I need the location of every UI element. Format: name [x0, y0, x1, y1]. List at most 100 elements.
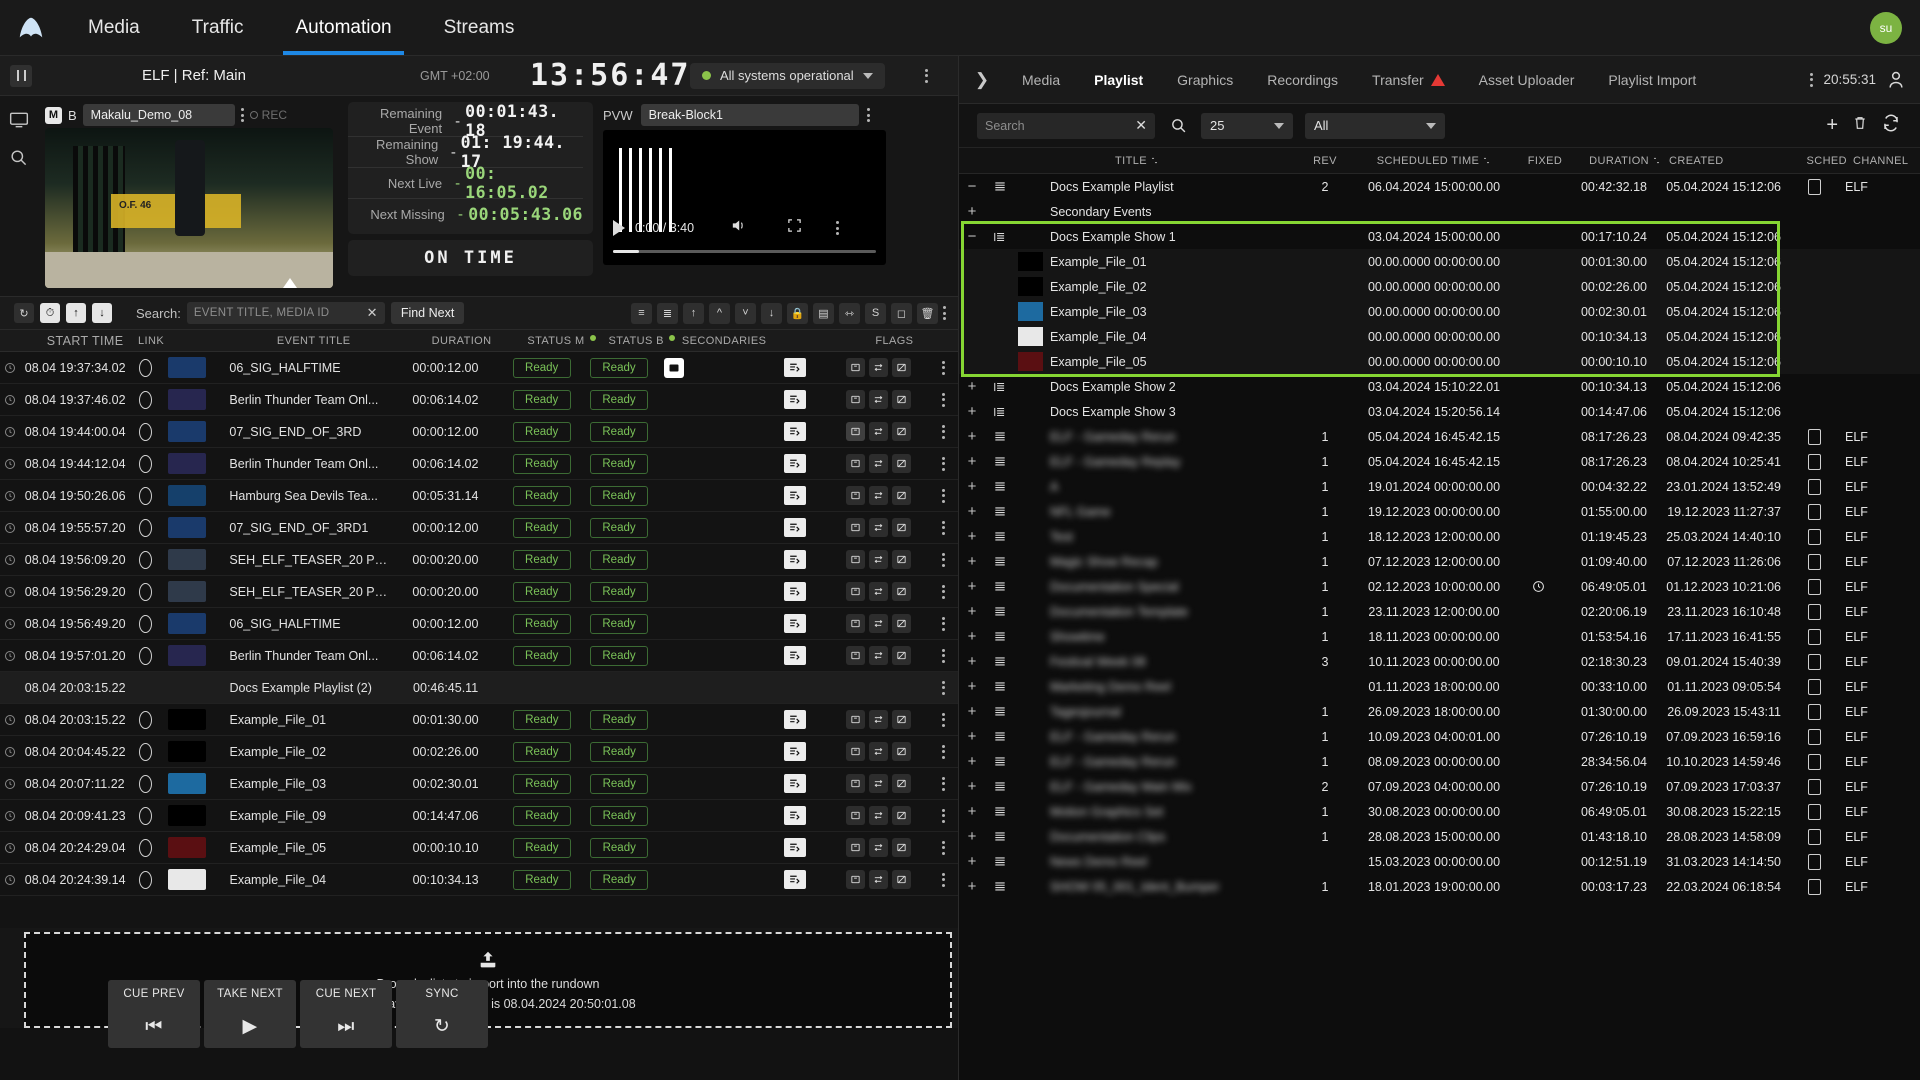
flag-icon[interactable] — [784, 486, 806, 505]
flag-icon[interactable] — [784, 518, 806, 537]
swap-icon[interactable] — [869, 390, 888, 409]
flag-icon[interactable] — [784, 614, 806, 633]
checkbox-icon[interactable] — [1808, 429, 1821, 445]
row-sched-checkbox[interactable] — [1787, 679, 1841, 695]
system-status-dropdown[interactable]: All systems operational — [690, 63, 885, 89]
row-expander[interactable]: + — [959, 703, 985, 720]
playlist-row[interactable]: +Documentation Template123.11.2023 12:00… — [959, 599, 1920, 624]
row-menu-icon[interactable] — [942, 361, 945, 375]
row-thumbnail[interactable] — [164, 517, 217, 538]
row-thumbnail[interactable] — [1015, 352, 1045, 371]
swap-icon[interactable] — [869, 422, 888, 441]
loop-icon[interactable] — [846, 582, 865, 601]
row-sched-checkbox[interactable] — [1787, 804, 1841, 820]
row-flags[interactable] — [762, 838, 828, 857]
row-action-icons[interactable] — [828, 774, 930, 793]
row-menu[interactable] — [930, 585, 958, 599]
link-indicator[interactable] — [127, 871, 165, 889]
row-expander[interactable]: + — [959, 503, 985, 520]
row-menu-icon[interactable] — [942, 489, 945, 503]
row-menu-icon[interactable] — [942, 393, 945, 407]
row-sched-checkbox[interactable] — [1787, 704, 1841, 720]
playlist-row[interactable]: +Showtime118.11.2023 00:00:00.0001:53:54… — [959, 624, 1920, 649]
row-expander[interactable]: + — [959, 778, 985, 795]
group-menu[interactable] — [930, 681, 958, 695]
row-menu-icon[interactable] — [942, 713, 945, 727]
table-row[interactable]: 08.04 20:09:41.23Example_File_0900:14:47… — [0, 800, 958, 832]
row-menu-icon[interactable] — [942, 617, 945, 631]
unlink-icon[interactable]: ⇿ — [839, 303, 860, 324]
row-flags[interactable] — [762, 806, 828, 825]
row-expander[interactable]: + — [959, 578, 985, 595]
clock-icon[interactable] — [0, 650, 21, 662]
swap-icon[interactable] — [869, 870, 888, 889]
table-row[interactable]: 08.04 20:24:39.14Example_File_0400:10:34… — [0, 864, 958, 896]
playlist-row[interactable]: +ELF - Gameday Replay105.04.2024 16:45:4… — [959, 449, 1920, 474]
skip-icon[interactable]: S — [865, 303, 886, 324]
col-duration[interactable]: DURATION — [1569, 155, 1661, 167]
playlist-item-row[interactable]: Example_File_0400.00.0000 00:00:00.0000:… — [959, 324, 1920, 349]
checkbox-icon[interactable] — [1808, 879, 1821, 895]
row-menu[interactable] — [930, 649, 958, 663]
tab-streams[interactable]: Streams — [418, 0, 541, 55]
row-menu-icon[interactable] — [942, 745, 945, 759]
playlist-item-row[interactable]: Example_File_0300.00.0000 00:00:00.0000:… — [959, 299, 1920, 324]
loop-icon[interactable] — [846, 646, 865, 665]
refresh-icon[interactable]: ↻ — [14, 303, 34, 323]
user-avatar[interactable]: su — [1870, 12, 1902, 44]
row-action-icons[interactable] — [828, 550, 930, 569]
playlist-row[interactable]: +Festival Week 08310.11.2023 00:00:00.00… — [959, 649, 1920, 674]
clock-icon[interactable] — [0, 874, 21, 886]
transport-cue-next-button[interactable]: CUE NEXT⏭ — [300, 980, 392, 1048]
checkbox-icon[interactable] — [1808, 579, 1821, 595]
playlist-row[interactable]: +SHOW 05_001_Ident_Bumper118.01.2023 19:… — [959, 874, 1920, 899]
checkbox-icon[interactable] — [1808, 804, 1821, 820]
row-menu[interactable] — [930, 777, 958, 791]
row-expander[interactable]: + — [959, 603, 985, 620]
row-action-icons[interactable] — [828, 806, 930, 825]
row-action-icons[interactable] — [828, 710, 930, 729]
no-signal-icon[interactable] — [892, 774, 911, 793]
move-down-icon[interactable]: ↓ — [761, 303, 782, 324]
row-sched-checkbox[interactable] — [1787, 729, 1841, 745]
row-thumbnail[interactable] — [164, 389, 217, 410]
row-sched-checkbox[interactable] — [1787, 879, 1841, 895]
link-indicator[interactable] — [127, 455, 165, 473]
row-menu[interactable] — [930, 489, 958, 503]
insert-event-icon[interactable]: ≡ — [631, 303, 652, 324]
checkbox-icon[interactable] — [1808, 529, 1821, 545]
swap-icon[interactable] — [869, 646, 888, 665]
table-row[interactable]: 08.04 19:55:57.2007_SIG_END_OF_3RD100:00… — [0, 512, 958, 544]
no-signal-icon[interactable] — [892, 550, 911, 569]
row-sched-checkbox[interactable] — [1787, 629, 1841, 645]
preview-progress-bar[interactable] — [613, 250, 876, 253]
loop-icon[interactable] — [846, 454, 865, 473]
table-row[interactable]: 08.04 19:56:09.20SEH_ELF_TEASER_20 PI...… — [0, 544, 958, 576]
tab-media[interactable]: Media — [62, 0, 166, 55]
page-size-select[interactable]: 25 — [1201, 113, 1293, 139]
swap-icon[interactable] — [869, 550, 888, 569]
row-menu[interactable] — [930, 713, 958, 727]
row-action-icons[interactable] — [828, 518, 930, 537]
properties-icon[interactable]: ▤ — [813, 303, 834, 324]
checkbox-icon[interactable] — [1808, 704, 1821, 720]
row-sched-checkbox[interactable] — [1787, 779, 1841, 795]
search-icon[interactable] — [1167, 115, 1189, 137]
flag-icon[interactable] — [784, 646, 806, 665]
clock-icon[interactable] — [0, 426, 21, 438]
row-thumbnail[interactable] — [164, 581, 217, 602]
playlist-row[interactable]: +ELF - Gameday Rerun110.09.2023 04:00:01… — [959, 724, 1920, 749]
no-timer-icon[interactable]: ⏱ — [40, 303, 60, 323]
playlist-search-input[interactable]: Search ✕ — [977, 113, 1155, 139]
row-menu[interactable] — [930, 873, 958, 887]
row-sched-checkbox[interactable] — [1787, 529, 1841, 545]
link-indicator[interactable] — [127, 775, 165, 793]
loop-icon[interactable] — [846, 486, 865, 505]
checkbox-icon[interactable] — [1808, 829, 1821, 845]
row-expander[interactable]: − — [959, 228, 985, 245]
play-icon[interactable] — [613, 220, 625, 236]
clock-icon[interactable] — [0, 746, 21, 758]
add-playlist-icon[interactable]: + — [1826, 114, 1838, 137]
clock-icon[interactable] — [0, 362, 21, 374]
preview-more-icon[interactable] — [836, 221, 839, 235]
